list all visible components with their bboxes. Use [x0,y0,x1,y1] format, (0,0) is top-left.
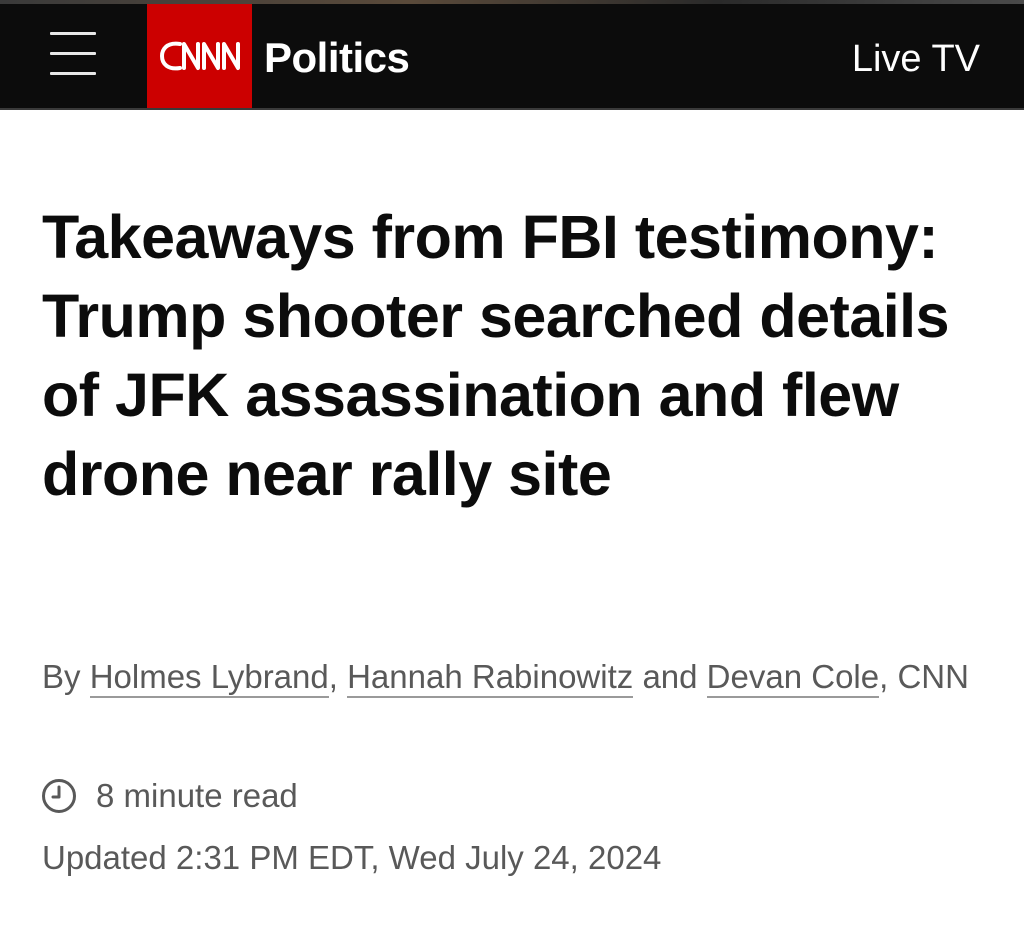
cnn-logo-icon [159,41,240,71]
author-link-hannah-rabinowitz[interactable]: Hannah Rabinowitz [347,658,634,698]
author-link-devan-cole[interactable]: Devan Cole [706,658,880,698]
site-header: Politics Live TV [0,4,1024,110]
byline-prefix: By [42,658,81,695]
byline-suffix: , CNN [879,658,969,695]
read-time-label: 8 minute read [96,777,298,814]
section-politics-link[interactable]: Politics [264,34,410,82]
byline-conjunction: and [642,658,698,695]
author-link-holmes-lybrand[interactable]: Holmes Lybrand [89,658,329,698]
updated-timestamp: Updated 2:31 PM EDT, Wed July 24, 2024 [42,839,662,876]
article-headline: Takeaways from FBI testimony: Trump shoo… [42,203,950,508]
byline: By Holmes Lybrand, Hannah Rabinowitz and… [42,650,982,704]
live-tv-link[interactable]: Live TV [852,36,980,82]
read-time: 8 minute read [40,774,298,818]
clock-icon [42,779,76,813]
cnn-logo[interactable] [147,4,252,108]
byline-separator: , [328,658,338,695]
hamburger-menu-icon[interactable] [50,30,98,78]
